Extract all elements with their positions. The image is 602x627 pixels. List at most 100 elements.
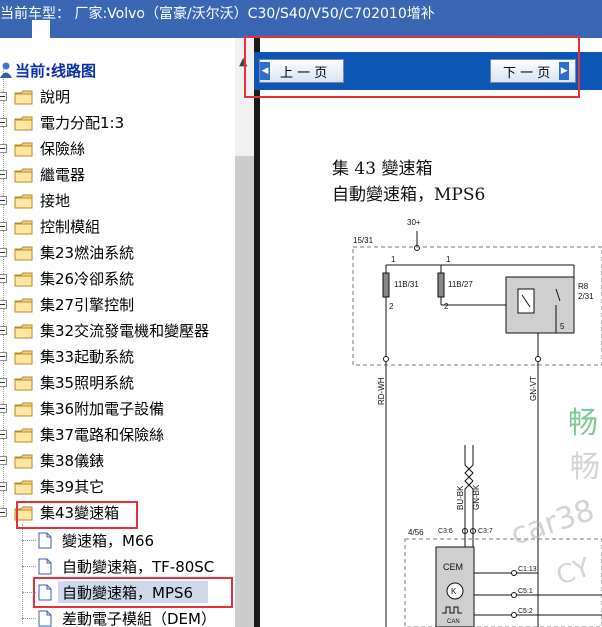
tree-folder-label: 集38儀錶	[40, 452, 105, 470]
tree-folder-label: 集36附加電子設備	[40, 400, 165, 418]
can-label: CAN	[447, 619, 460, 625]
tree-folder-label: 說明	[40, 88, 71, 106]
folder-icon	[14, 324, 33, 339]
expand-toggle-icon[interactable]	[0, 300, 7, 309]
tree-folder-item[interactable]: 說明	[0, 84, 235, 110]
expand-toggle-icon[interactable]	[0, 248, 7, 257]
tree-document-item[interactable]: 變速箱，M66	[0, 528, 235, 554]
folder-icon	[14, 350, 33, 365]
tree-folder-item[interactable]: 接地	[0, 188, 235, 214]
expand-toggle-icon[interactable]	[0, 482, 7, 491]
tree-folder-label: 接地	[40, 192, 71, 210]
expand-toggle-icon[interactable]	[0, 378, 7, 387]
folder-icon	[14, 142, 33, 157]
folder-icon	[14, 428, 33, 443]
tree-folder-label: 繼電器	[40, 166, 86, 184]
tree-folder-label: 集27引擎控制	[40, 296, 135, 314]
tree-folder-item[interactable]: 控制模組	[0, 214, 235, 240]
pin-label: 5	[560, 322, 565, 331]
expand-toggle-icon[interactable]	[0, 196, 7, 205]
folder-icon	[14, 376, 33, 391]
wire-label: GN-BK	[472, 484, 481, 510]
tree-document-item[interactable]: 差動電子模組（DEM）	[0, 606, 235, 627]
tree-folder-item[interactable]: 集35照明系統	[0, 370, 235, 396]
pin-label: C5:2	[518, 608, 533, 615]
tree-folder-label: 集26冷卻系統	[40, 270, 135, 288]
user-icon	[0, 62, 12, 78]
tree-folder-label: 集35照明系統	[40, 374, 135, 392]
highlight-box-nav	[244, 36, 580, 98]
folder-icon	[14, 454, 33, 469]
expand-toggle-icon[interactable]	[0, 222, 7, 231]
folder-icon	[14, 194, 33, 209]
pin-label: C3:6	[438, 528, 453, 535]
wire-label: GN-VT	[529, 376, 538, 401]
clock-icon: K	[451, 587, 457, 596]
tree-folder-label: 控制模組	[40, 218, 101, 236]
folder-icon	[14, 168, 33, 183]
highlight-box-folder	[16, 501, 138, 529]
relay-label: R8	[578, 282, 589, 291]
window-control-icon[interactable]	[32, 20, 50, 38]
tree-folder-item[interactable]: 集27引擎控制	[0, 292, 235, 318]
tree-connector	[22, 566, 36, 567]
tree-folder-label: 集23燃油系統	[40, 244, 135, 262]
tree-panel: 当前:线路图 說明電力分配1:3 保險絲繼電器接地控制模組集23燃油系統 集26冷卻…	[0, 38, 235, 627]
expand-toggle-icon[interactable]	[0, 430, 7, 439]
expand-toggle-icon[interactable]	[0, 508, 7, 517]
expand-toggle-icon[interactable]	[0, 352, 7, 361]
tree-root[interactable]: 当前:线路图	[0, 58, 235, 84]
expand-toggle-icon[interactable]	[0, 274, 7, 283]
pin-label: C3:7	[478, 528, 493, 535]
tree-folder-label: 集37電路和保險絲	[40, 426, 165, 444]
expand-toggle-icon[interactable]	[0, 404, 7, 413]
tree-folder-item[interactable]: 集33起動系統	[0, 344, 235, 370]
fuse-block-label: 15/31	[353, 236, 374, 245]
pin-label: 1	[391, 255, 396, 264]
tree-folder-item[interactable]: 集38儀錶	[0, 448, 235, 474]
tree-connector	[22, 540, 36, 541]
tree-folder-item[interactable]: 繼電器	[0, 162, 235, 188]
folder-icon	[14, 298, 33, 313]
window-title: 当前车型： 厂家:Volvo（富豪/沃尔沃）C30/S40/V50/C70201…	[0, 6, 435, 22]
tree-folder-item[interactable]: 集39其它	[0, 474, 235, 500]
tree-folder-label: 集32交流發電機和變壓器	[40, 322, 210, 340]
tree-folder-item[interactable]: 集32交流發電機和變壓器	[0, 318, 235, 344]
pin-label: 2	[444, 302, 449, 311]
tree-document-label: 變速箱，M66	[62, 532, 155, 550]
pin-label: 1	[446, 255, 451, 264]
diagram-title: 集 43 變速箱	[332, 159, 433, 179]
tree-folder-label: 集39其它	[40, 478, 105, 496]
tree-connector	[22, 618, 36, 619]
highlight-box-selected	[33, 577, 233, 608]
tree-folder-item[interactable]: 集26冷卻系統	[0, 266, 235, 292]
expand-toggle-icon[interactable]	[0, 92, 7, 101]
expand-toggle-icon[interactable]	[0, 118, 7, 127]
tree-folder-label: 集33起動系統	[40, 348, 135, 366]
expand-toggle-icon[interactable]	[0, 144, 7, 153]
tree-scrollbar[interactable]: ▲	[235, 38, 254, 627]
expand-toggle-icon[interactable]	[0, 326, 7, 335]
wire-label: BU-BK	[456, 485, 465, 510]
wire-label: RD-WH	[377, 377, 386, 405]
watermark: car38	[507, 493, 599, 553]
module-ref-label: 4/56	[408, 528, 424, 537]
watermark: CY	[553, 553, 594, 592]
folder-icon	[14, 90, 33, 105]
tree-folder-item[interactable]: 電力分配1:3	[0, 110, 235, 136]
tree-folder-item[interactable]: 集36附加電子設備	[0, 396, 235, 422]
document-icon	[38, 610, 52, 627]
supply-label: 30+	[407, 218, 421, 227]
folder-icon	[14, 272, 33, 287]
tree-folder-item[interactable]: 保險絲	[0, 136, 235, 162]
folder-icon	[14, 402, 33, 417]
scrollbar-thumb[interactable]	[235, 156, 254, 627]
folder-icon	[14, 480, 33, 495]
expand-toggle-icon[interactable]	[0, 170, 7, 179]
module-label: CEM	[443, 562, 463, 572]
tree-folder-item[interactable]: 集37電路和保險絲	[0, 422, 235, 448]
expand-toggle-icon[interactable]	[0, 456, 7, 465]
folder-icon	[14, 220, 33, 235]
tree-folder-item[interactable]: 集23燃油系統	[0, 240, 235, 266]
folder-icon	[14, 116, 33, 131]
